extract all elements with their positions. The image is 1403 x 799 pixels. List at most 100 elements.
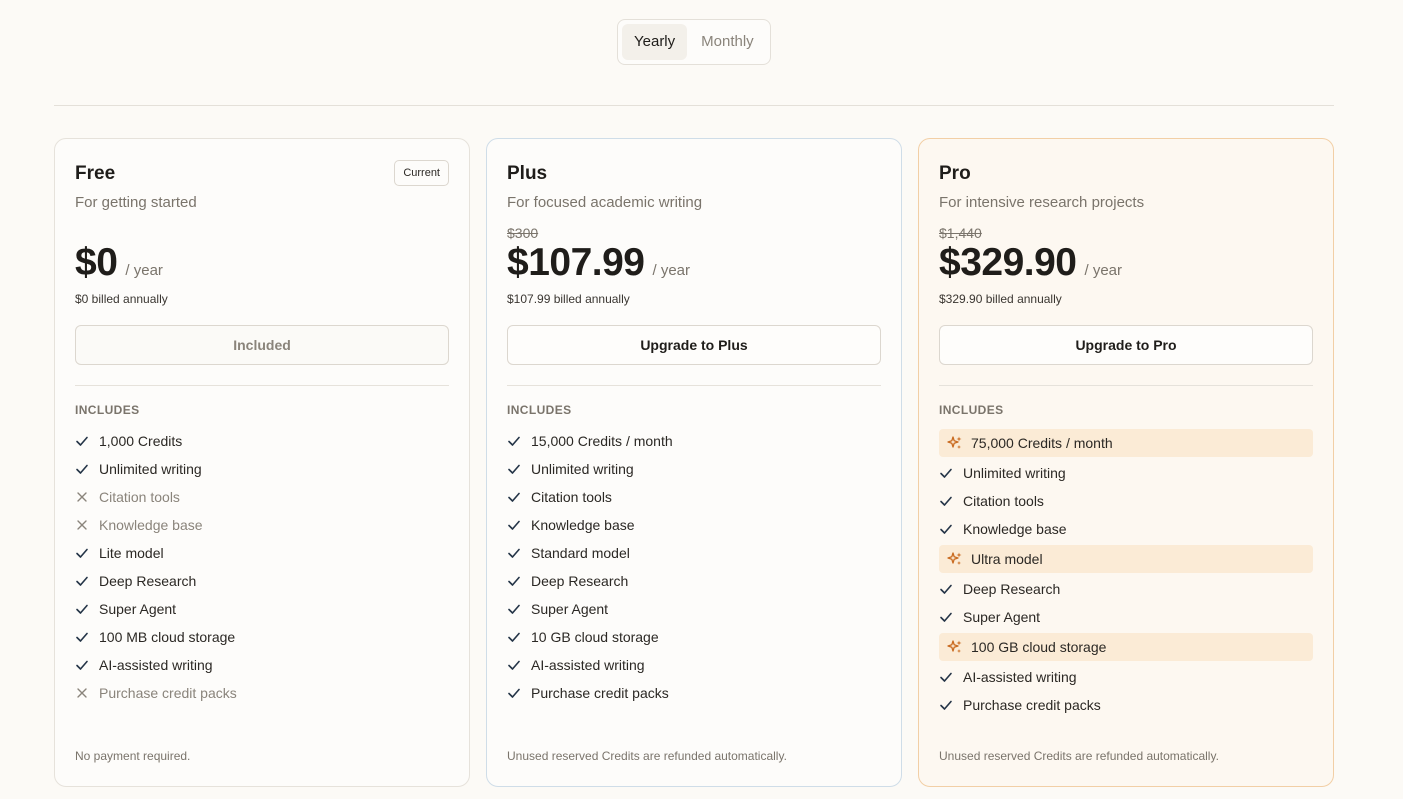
feature-label: Super Agent bbox=[963, 609, 1041, 625]
check-icon bbox=[939, 698, 963, 712]
feature-item: 100 GB cloud storage bbox=[939, 633, 1313, 661]
toggle-yearly[interactable]: Yearly bbox=[622, 24, 688, 60]
feature-item: Unlimited writing bbox=[75, 455, 449, 483]
check-icon bbox=[507, 546, 531, 560]
card-divider bbox=[939, 385, 1313, 386]
upgrade-button[interactable]: Upgrade to Pro bbox=[939, 325, 1313, 365]
feature-item: Purchase credit packs bbox=[75, 679, 449, 707]
check-icon bbox=[75, 434, 99, 448]
feature-item: 15,000 Credits / month bbox=[507, 427, 881, 455]
feature-label: Citation tools bbox=[99, 489, 180, 505]
check-icon bbox=[75, 630, 99, 644]
feature-item: AI-assisted writing bbox=[507, 651, 881, 679]
feature-item: Unlimited writing bbox=[507, 455, 881, 483]
check-icon bbox=[939, 610, 963, 624]
feature-label: Knowledge base bbox=[963, 521, 1067, 537]
feature-label: AI-assisted writing bbox=[99, 657, 213, 673]
plan-card-free: Free For getting started Current $0 / year… bbox=[54, 138, 470, 787]
feature-item: Purchase credit packs bbox=[507, 679, 881, 707]
feature-list: 1,000 Credits Unlimited writing Citation… bbox=[75, 427, 449, 707]
feature-item: Super Agent bbox=[939, 603, 1313, 631]
feature-label: Unlimited writing bbox=[963, 465, 1066, 481]
feature-item: Knowledge base bbox=[939, 515, 1313, 543]
plan-footnote: Unused reserved Credits are refunded aut… bbox=[507, 749, 787, 763]
feature-label: Citation tools bbox=[963, 493, 1044, 509]
feature-label: Purchase credit packs bbox=[963, 697, 1101, 713]
upgrade-button[interactable]: Upgrade to Plus bbox=[507, 325, 881, 365]
section-divider bbox=[54, 105, 1334, 106]
x-icon bbox=[75, 518, 99, 532]
feature-item: Purchase credit packs bbox=[939, 691, 1313, 719]
feature-label: Standard model bbox=[531, 545, 630, 561]
includes-heading: INCLUDES bbox=[75, 403, 140, 417]
feature-item: AI-assisted writing bbox=[75, 651, 449, 679]
price-row: $107.99 / year bbox=[507, 241, 690, 285]
feature-label: 75,000 Credits / month bbox=[971, 435, 1113, 451]
feature-label: Deep Research bbox=[531, 573, 629, 589]
price-period: / year bbox=[125, 262, 163, 279]
check-icon bbox=[75, 602, 99, 616]
billed-note: $107.99 billed annually bbox=[507, 292, 630, 306]
feature-label: 15,000 Credits / month bbox=[531, 433, 673, 449]
price-row: $329.90 / year bbox=[939, 241, 1122, 285]
feature-label: Unlimited writing bbox=[531, 461, 634, 477]
feature-label: Super Agent bbox=[99, 601, 177, 617]
check-icon bbox=[75, 658, 99, 672]
plan-footnote: Unused reserved Credits are refunded aut… bbox=[939, 749, 1219, 763]
original-price: $1,440 bbox=[939, 225, 982, 241]
feature-label: Ultra model bbox=[971, 551, 1043, 567]
plan-name: Pro bbox=[939, 163, 971, 184]
check-icon bbox=[939, 466, 963, 480]
feature-item: 10 GB cloud storage bbox=[507, 623, 881, 651]
feature-label: Deep Research bbox=[99, 573, 197, 589]
check-icon bbox=[507, 434, 531, 448]
plan-description: For intensive research projects bbox=[939, 194, 1145, 211]
check-icon bbox=[507, 658, 531, 672]
price: $0 bbox=[75, 241, 118, 284]
card-divider bbox=[75, 385, 449, 386]
price: $329.90 bbox=[939, 241, 1077, 284]
check-icon bbox=[939, 494, 963, 508]
original-price: $300 bbox=[507, 225, 539, 241]
feature-item: AI-assisted writing bbox=[939, 663, 1313, 691]
check-icon bbox=[507, 490, 531, 504]
feature-list: 15,000 Credits / month Unlimited writing… bbox=[507, 427, 881, 707]
sparkle-icon bbox=[947, 435, 971, 451]
plan-description: For focused academic writing bbox=[507, 194, 703, 211]
x-icon bbox=[75, 490, 99, 504]
check-icon bbox=[75, 462, 99, 476]
check-icon bbox=[939, 582, 963, 596]
card-divider bbox=[507, 385, 881, 386]
check-icon bbox=[507, 602, 531, 616]
feature-label: Knowledge base bbox=[531, 517, 635, 533]
feature-label: 1,000 Credits bbox=[99, 433, 183, 449]
check-icon bbox=[507, 462, 531, 476]
check-icon bbox=[939, 670, 963, 684]
price-period: / year bbox=[1084, 262, 1122, 279]
includes-heading: INCLUDES bbox=[939, 403, 1004, 417]
feature-item: Deep Research bbox=[939, 575, 1313, 603]
feature-item: Ultra model bbox=[939, 545, 1313, 573]
feature-item: Unlimited writing bbox=[939, 459, 1313, 487]
feature-label: Purchase credit packs bbox=[99, 685, 237, 701]
billed-note: $329.90 billed annually bbox=[939, 292, 1062, 306]
includes-heading: INCLUDES bbox=[507, 403, 572, 417]
plan-name: Plus bbox=[507, 163, 548, 184]
plan-description: For getting started bbox=[75, 194, 197, 211]
sparkle-icon bbox=[947, 551, 971, 567]
price: $107.99 bbox=[507, 241, 645, 284]
feature-item: Deep Research bbox=[75, 567, 449, 595]
feature-label: AI-assisted writing bbox=[531, 657, 645, 673]
toggle-monthly[interactable]: Monthly bbox=[689, 24, 766, 60]
sparkle-icon bbox=[947, 639, 971, 655]
feature-label: Deep Research bbox=[963, 581, 1061, 597]
billed-note: $0 billed annually bbox=[75, 292, 168, 306]
check-icon bbox=[507, 686, 531, 700]
plan-card-plus: Plus For focused academic writing $300 $10… bbox=[486, 138, 902, 787]
feature-label: AI-assisted writing bbox=[963, 669, 1077, 685]
feature-label: Super Agent bbox=[531, 601, 609, 617]
feature-label: Knowledge base bbox=[99, 517, 203, 533]
feature-label: Citation tools bbox=[531, 489, 612, 505]
x-icon bbox=[75, 686, 99, 700]
feature-label: 100 MB cloud storage bbox=[99, 629, 236, 645]
